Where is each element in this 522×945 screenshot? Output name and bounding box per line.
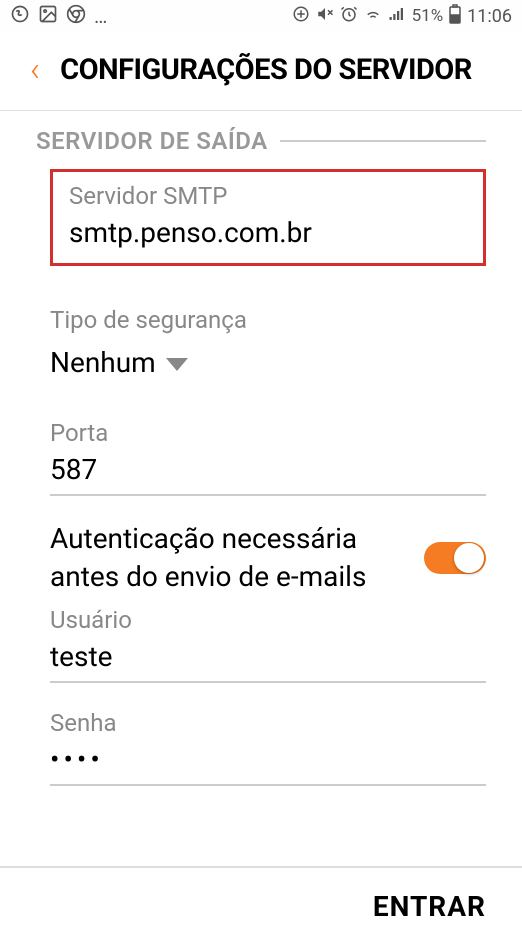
enter-button[interactable]: ENTRAR (373, 890, 486, 923)
section-header: SERVIDOR DE SAÍDA (0, 111, 522, 165)
user-label: Usuário (50, 606, 486, 634)
clock-time: 11:06 (467, 6, 512, 27)
user-field: Usuário teste (50, 606, 486, 683)
password-input[interactable]: •••• (50, 743, 486, 786)
port-label: Porta (50, 419, 486, 447)
auth-toggle[interactable] (424, 542, 486, 574)
form-content: Servidor SMTP smtp.penso.com.br Tipo de … (0, 169, 522, 786)
smtp-server-highlight: Servidor SMTP smtp.penso.com.br (50, 169, 486, 266)
app-header: ‹ CONFIGURAÇÕES DO SERVIDOR (0, 32, 522, 110)
chrome-icon (66, 4, 86, 29)
status-left-icons: … (10, 4, 107, 29)
status-right-icons: 51% 11:06 (292, 4, 512, 29)
alarm-icon (340, 5, 358, 28)
smtp-label: Servidor SMTP (69, 182, 467, 210)
security-label: Tipo de segurança (50, 306, 486, 334)
battery-percent: 51% (412, 6, 444, 26)
password-label: Senha (50, 709, 486, 737)
smtp-input[interactable]: smtp.penso.com.br (69, 216, 467, 249)
toggle-knob (454, 543, 484, 573)
port-field: Porta 587 (50, 419, 486, 496)
security-dropdown[interactable]: Nenhum (50, 346, 486, 379)
chevron-down-icon (166, 358, 188, 371)
port-input[interactable]: 587 (50, 453, 486, 496)
signal-icon (388, 5, 406, 28)
password-field: Senha •••• (50, 709, 486, 786)
more-icon: … (94, 4, 107, 28)
security-value: Nenhum (50, 346, 156, 379)
image-icon (38, 4, 58, 29)
user-input[interactable]: teste (50, 640, 486, 683)
wifi-icon (364, 5, 382, 28)
auth-label: Autenticação necessária antes do envio d… (50, 520, 404, 596)
mute-icon (316, 5, 334, 28)
bottom-bar: ENTRAR (0, 866, 522, 945)
page-title: CONFIGURAÇÕES DO SERVIDOR (60, 53, 472, 87)
data-usage-icon (292, 5, 310, 28)
whatsapp-icon (10, 4, 30, 29)
status-bar: … 51% 11:06 (0, 0, 522, 32)
back-icon[interactable]: ‹ (30, 50, 40, 90)
battery-icon (449, 4, 461, 29)
section-line (280, 140, 486, 142)
section-title: SERVIDOR DE SAÍDA (36, 127, 268, 155)
security-type-field: Tipo de segurança Nenhum (50, 306, 486, 379)
auth-toggle-row: Autenticação necessária antes do envio d… (50, 520, 486, 596)
